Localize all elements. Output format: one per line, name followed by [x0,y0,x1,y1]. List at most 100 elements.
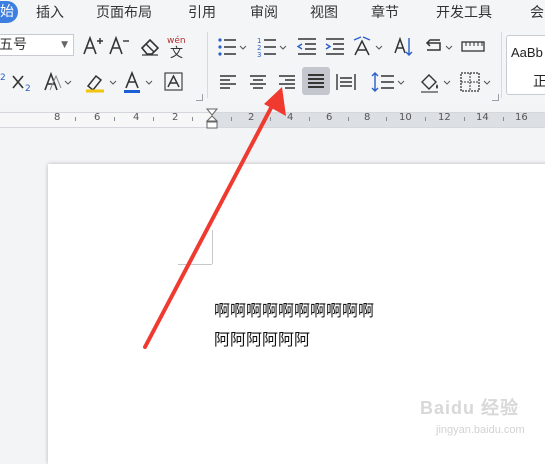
text-effect-button[interactable] [42,70,72,94]
numbered-list-icon: 1 2 3 [257,37,287,59]
ruler-tick [270,117,271,121]
grow-font-button[interactable] [82,34,104,58]
document-text-line[interactable]: 啊啊啊啊啊啊啊啊啊啊 [214,297,374,321]
chinese-layout-icon [353,36,383,56]
menu-tab-review[interactable]: 审阅 [250,0,278,26]
justify-align-button[interactable] [302,67,330,95]
eraser-icon [140,38,160,56]
align-right-icon [279,75,295,89]
sort-button[interactable] [392,35,416,59]
borders-button[interactable] [458,70,494,94]
borders-icon [460,72,491,92]
highlight-button[interactable] [82,70,120,94]
horizontal-ruler[interactable]: 8 6 4 2 2 4 6 8 10 12 14 16 [0,104,545,132]
character-border-button[interactable] [162,70,186,94]
ruler-tick [153,117,154,121]
menu-bar: 始 插入 页面布局 引用 审阅 视图 章节 开发工具 会 [0,0,545,26]
line-spacing-button[interactable] [370,70,406,94]
numbered-list-button[interactable]: 1 2 3 [256,35,290,59]
align-left-icon [220,75,236,89]
superscript-icon: 2 [0,73,6,83]
paint-bucket-icon [421,74,451,93]
table-tool-button[interactable] [460,35,486,59]
menu-tab-page-layout[interactable]: 页面布局 [96,0,152,26]
ruler-tick [503,117,504,121]
align-distributed-icon [336,74,356,90]
watermark-url: jingyan.baidu.com [436,424,525,436]
menu-tab-view[interactable]: 视图 [310,0,338,26]
subscript-button[interactable]: 2 [10,70,34,94]
pinyin-icon: wén 文 [167,35,186,60]
table-ruler-icon [461,41,485,52]
font-color-button[interactable] [122,70,156,94]
sort-icon [394,36,413,56]
ruler-tick [75,117,76,121]
baidu-watermark: Baidu 经验 jingyan.baidu.com [420,394,545,446]
font-dialog-launcher[interactable] [196,94,203,101]
grow-font-icon [83,35,103,55]
align-right-button[interactable] [275,70,299,94]
paragraph-dialog-launcher[interactable] [492,94,499,101]
align-justify-icon [308,74,324,88]
decrease-indent-button[interactable] [296,35,318,59]
menu-tab-developer[interactable]: 开发工具 [436,0,492,26]
style-sample-text: AaBb [511,45,543,60]
menu-tab-home[interactable]: 始 [0,1,18,23]
ruler-label: 12 [438,112,451,123]
indent-marker-icon[interactable] [206,108,218,130]
group-separator [501,32,502,98]
shading-button[interactable] [418,70,454,94]
align-center-button[interactable] [246,70,270,94]
shrink-font-icon [109,35,129,55]
svg-text:2: 2 [0,73,6,83]
group-separator [207,32,208,98]
menu-tab-section[interactable]: 章节 [371,0,399,26]
outdent-icon [296,38,316,55]
style-name-label: 正 [533,74,545,90]
ruler-label: 10 [399,112,412,123]
subscript-icon: 2 [12,75,31,94]
indent-icon [325,38,344,55]
highlighter-icon [86,74,117,93]
ruler-tick [464,117,465,121]
menu-tab-member[interactable]: 会 [530,0,544,26]
document-text-line[interactable]: 阿阿阿阿阿阿 [214,326,310,350]
bullet-list-icon [218,38,247,56]
ruler-label: 8 [364,112,371,123]
ruler-tick [192,117,193,121]
increase-indent-button[interactable] [324,35,346,59]
distributed-align-button[interactable] [334,70,358,94]
line-spacing-icon [371,72,405,92]
ruler-label: 6 [94,112,101,123]
ruler-label: 4 [133,112,140,123]
menu-tab-insert[interactable]: 插入 [36,0,64,26]
ruler-tick [425,117,426,121]
show-hide-marks-button[interactable] [424,35,456,59]
ruler-tick [114,117,115,121]
font-color-icon [124,70,153,93]
bullet-list-button[interactable] [216,35,250,59]
ruler-tick [231,117,232,121]
phonetic-guide-button[interactable]: wén 文 [166,34,192,60]
ruler-label: 16 [515,112,528,123]
menu-tab-references[interactable]: 引用 [188,0,216,26]
shrink-font-button[interactable] [108,34,130,58]
character-border-icon [164,72,183,91]
style-gallery-item[interactable]: AaBb 正 [506,35,545,95]
clear-format-button[interactable] [138,34,162,58]
ruler-left-margin [0,113,212,127]
ruler-label: 14 [476,112,489,123]
ruler-tick [309,117,310,121]
chinese-layout-button[interactable] [352,35,386,59]
svg-text:文: 文 [170,46,183,60]
ruler-label: 6 [326,112,333,123]
watermark-logo: Baidu 经验 [420,398,520,418]
align-left-button[interactable] [216,70,240,94]
chevron-down-icon[interactable]: ▼ [61,35,68,55]
text-effect-icon [44,71,72,91]
superscript-button[interactable]: 2 [0,70,6,94]
ruler-tick [348,117,349,121]
ruler-label: 4 [287,112,294,123]
ruler-label: 2 [248,112,255,123]
font-size-select[interactable]: 五号 ▼ [0,34,74,56]
